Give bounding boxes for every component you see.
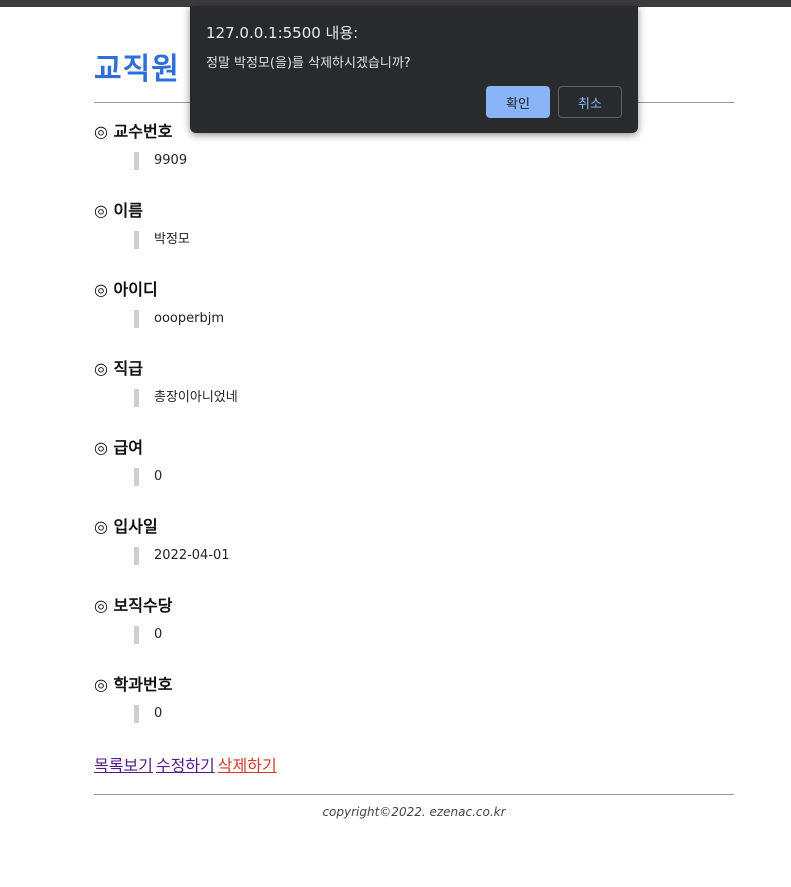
field-position: ◎ 직급 총장이아니었네 bbox=[94, 358, 734, 407]
field-value: 박정모 bbox=[134, 231, 734, 249]
field-label: ◎ 이름 bbox=[94, 201, 143, 220]
field-name: ◎ 이름 박정모 bbox=[94, 200, 734, 249]
list-link[interactable]: 목록보기 bbox=[94, 756, 153, 775]
edit-link[interactable]: 수정하기 bbox=[156, 756, 215, 775]
dialog-title: 127.0.0.1:5500 내용: bbox=[206, 24, 359, 42]
field-hire-date: ◎ 입사일 2022-04-01 bbox=[94, 516, 734, 565]
field-label: ◎ 급여 bbox=[94, 438, 143, 457]
field-allowance: ◎ 보직수당 0 bbox=[94, 595, 734, 644]
delete-link[interactable]: 삭제하기 bbox=[218, 756, 277, 775]
confirm-cancel-button[interactable]: 취소 bbox=[558, 86, 622, 118]
action-links: 목록보기 수정하기 삭제하기 bbox=[94, 752, 280, 776]
field-label: ◎ 보직수당 bbox=[94, 596, 173, 615]
field-label: ◎ 입사일 bbox=[94, 517, 158, 536]
field-label: ◎ 학과번호 bbox=[94, 675, 173, 694]
field-value: oooperbjm bbox=[134, 310, 734, 328]
field-label: ◎ 아이디 bbox=[94, 280, 158, 299]
field-department-number: ◎ 학과번호 0 bbox=[94, 674, 734, 723]
field-value: 0 bbox=[134, 705, 734, 723]
field-salary: ◎ 급여 0 bbox=[94, 437, 734, 486]
field-value: 0 bbox=[134, 468, 734, 486]
field-value: 총장이아니었네 bbox=[134, 389, 734, 407]
field-label: ◎ 직급 bbox=[94, 359, 143, 378]
confirm-ok-button[interactable]: 확인 bbox=[486, 86, 550, 118]
footer-copyright: copyright©2022. ezenac.co.kr bbox=[322, 805, 506, 819]
field-value: 2022-04-01 bbox=[134, 547, 734, 565]
field-value: 9909 bbox=[134, 152, 734, 170]
page-title: 교직원 bbox=[94, 52, 180, 87]
footer-divider bbox=[94, 794, 734, 795]
field-value: 0 bbox=[134, 626, 734, 644]
confirm-dialog: 127.0.0.1:5500 내용: 정말 박정모(을)를 삭제하시겠습니까? … bbox=[190, 6, 638, 133]
field-user-id: ◎ 아이디 oooperbjm bbox=[94, 279, 734, 328]
dialog-message: 정말 박정모(을)를 삭제하시겠습니까? bbox=[206, 56, 411, 71]
